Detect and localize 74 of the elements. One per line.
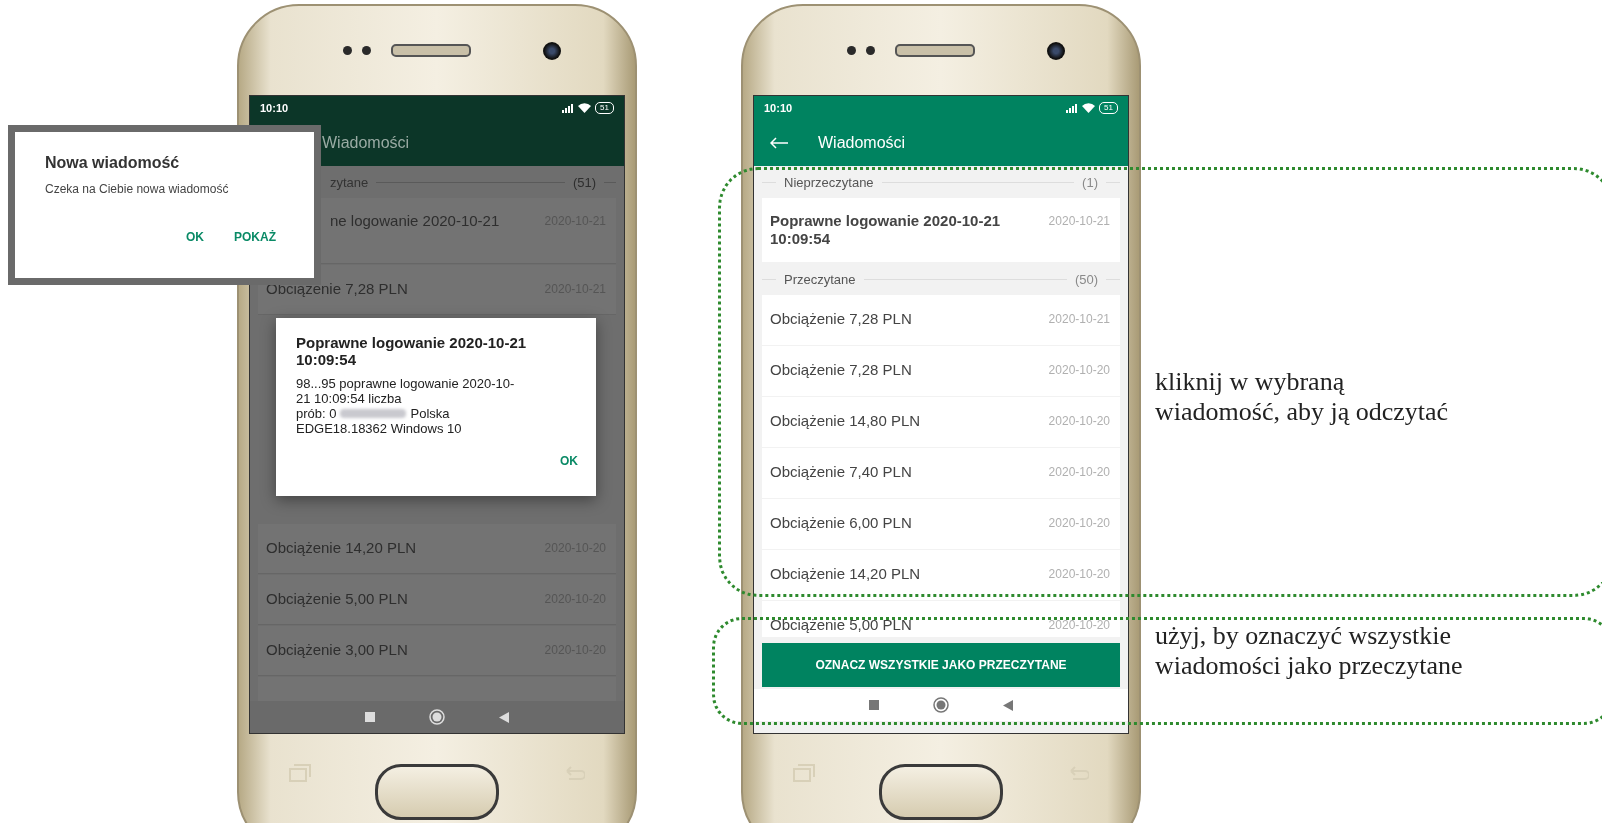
message-date: 2020-10-20 (1048, 515, 1110, 532)
message-date: 2020-10-21 (1048, 213, 1110, 230)
sensor-icon (362, 46, 371, 55)
blurred-text (340, 409, 407, 418)
message-row[interactable]: Obciążenie 5,00 PLN 2020-10-20 (762, 601, 1120, 637)
message-title: Obciążenie 14,20 PLN (266, 539, 417, 557)
home-button[interactable] (879, 764, 1003, 820)
mark-all-read-button[interactable]: OZNACZ WSZYSTKIE JAKO PRZECZYTANE (762, 643, 1120, 687)
message-title: Obciążenie 7,28 PLN (770, 310, 912, 328)
message-title: Obciążenie 7,28 PLN (770, 361, 912, 379)
square-icon (869, 700, 879, 710)
message-title: Obciążenie 7,40 PLN (770, 463, 912, 481)
camera-icon (543, 41, 561, 60)
message-title: Obciążenie 7,28 PLN (266, 280, 408, 298)
signal-icon (562, 103, 575, 113)
app-bar-title: Wiadomości (818, 134, 906, 152)
signal-icon (1066, 103, 1079, 113)
message-title: Obciążenie 5,00 PLN (266, 590, 408, 608)
annotation-text: użyj, by oznaczyć wszystkie wiadomości jako przeczytane (1155, 621, 1463, 681)
wifi-icon (578, 103, 592, 113)
battery-level: 51 (1099, 102, 1118, 114)
ok-button[interactable]: OK (560, 452, 578, 470)
section-label: Przeczytane (784, 271, 856, 287)
message-title: ne logowanie 2020-10-21 (330, 212, 500, 230)
message-row[interactable]: Obciążenie 7,28 PLN 2020-10-20 (762, 346, 1120, 396)
message-date: 2020-10-20 (1048, 566, 1110, 583)
dialog-text: prób: 0 (296, 406, 337, 421)
message-date: 2020-10-20 (1048, 362, 1110, 379)
dialog-text: EDGE18.18362 Windows 10 (296, 421, 463, 436)
message-date: 2020-10-20 (1048, 617, 1110, 634)
message-row[interactable]: Poprawne logowanie 2020-10-21 10:09:54 2020-10-21 (762, 198, 1120, 262)
message-title: Obciążenie 5,00 PLN (770, 616, 912, 634)
home-circle-icon (429, 709, 445, 725)
message-date: 2020-10-20 (1048, 413, 1110, 430)
dialog-title: Poprawne logowanie 2020-10-21 10:09:54 (296, 334, 528, 368)
popup-action-button[interactable]: OK (186, 228, 204, 246)
message-row[interactable]: Obciążenie 7,28 PLN 2020-10-21 (762, 295, 1120, 345)
wifi-icon (1082, 103, 1096, 113)
message-row[interactable]: Obciążenie 6,00 PLN 2020-10-20 (762, 499, 1120, 549)
sensor-icon (866, 46, 875, 55)
sensor-icon (343, 46, 352, 55)
recent-apps-icon (793, 764, 815, 782)
recent-apps-icon (289, 764, 311, 782)
home-circle-icon (933, 697, 949, 713)
home-button[interactable] (375, 764, 499, 820)
message-title: Poprawne logowanie 2020-10-21 10:09:54 (770, 212, 1002, 248)
message-row[interactable]: Obciążenie 14,80 PLN 2020-10-20 (762, 397, 1120, 447)
square-icon (365, 712, 375, 722)
back-triangle-icon (499, 711, 509, 723)
back-triangle-icon (1003, 699, 1013, 711)
message-title: Obciążenie 14,80 PLN (770, 412, 921, 430)
back-arrow-icon (770, 137, 788, 149)
sensor-icon (847, 46, 856, 55)
popup-text: Czeka na Ciebie nowa wiadomość (45, 182, 230, 196)
section-count: (50) (1074, 271, 1098, 287)
status-time: 10:10 (260, 102, 289, 114)
section-label: Nieprzeczytane (784, 174, 874, 190)
dialog-text: Polska (410, 406, 450, 421)
message-title: Obciążenie 3,00 PLN (266, 641, 408, 659)
battery-level: 51 (595, 102, 614, 114)
camera-icon (1047, 41, 1065, 60)
app-bar-title: Wiadomości (322, 134, 410, 152)
message-title: Obciążenie 14,20 PLN (770, 565, 921, 583)
section-count: (1) (1082, 174, 1098, 190)
message-date: 2020-10-20 (1048, 464, 1110, 481)
message-title: Obciążenie 6,00 PLN (770, 514, 912, 532)
status-time: 10:10 (764, 102, 793, 114)
section-count: (51) (572, 174, 596, 190)
annotation-text: kliknij w wybraną wiadomość, aby ją odczytać (1155, 367, 1450, 427)
popup-title: Nowa wiadomość (45, 154, 181, 172)
message-row[interactable]: Obciążenie 7,40 PLN 2020-10-20 (762, 448, 1120, 498)
section-label: zytane (330, 174, 369, 190)
message-row[interactable]: Obciążenie 14,20 PLN 2020-10-20 (762, 550, 1120, 600)
message-date: 2020-10-21 (1048, 311, 1110, 328)
